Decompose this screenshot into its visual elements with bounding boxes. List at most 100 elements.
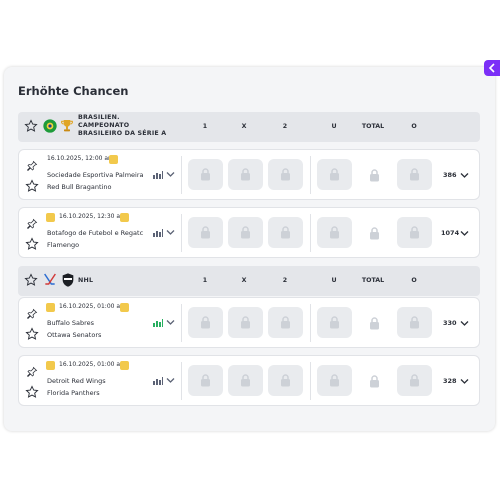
odd-cell-o[interactable] (397, 159, 432, 190)
stats-icon[interactable] (153, 319, 163, 327)
collapse-tab[interactable] (484, 60, 500, 76)
stats-icon[interactable] (153, 377, 163, 385)
odd-cell-x[interactable] (228, 217, 263, 248)
odd-cell-u[interactable] (317, 307, 352, 338)
match-row[interactable]: 16.10.2025, 12:30 am Botafogo de Futebol… (18, 207, 480, 258)
column-header-x: X (241, 123, 247, 130)
lock-icon (241, 316, 250, 329)
odd-cell-1[interactable] (188, 307, 223, 338)
lock-icon (201, 168, 210, 181)
home-team: Buffalo Sabres (47, 319, 95, 327)
lock-icon (370, 227, 379, 240)
odd-cell-u[interactable] (317, 159, 352, 190)
league-name-line: CAMPEONATO (78, 122, 130, 129)
chevron-down-icon[interactable] (166, 171, 175, 178)
chevron-down-icon[interactable] (460, 378, 469, 385)
star-icon[interactable] (24, 119, 38, 133)
soccer-ball-icon (43, 119, 57, 133)
match-date: 16.10.2025, 12:00 am (47, 155, 114, 162)
lock-icon (370, 317, 379, 330)
chevron-down-icon[interactable] (460, 320, 469, 327)
lock-icon (201, 316, 210, 329)
chevron-down-icon[interactable] (166, 319, 175, 326)
stats-icon[interactable] (153, 229, 163, 237)
away-team: Ottawa Senators (47, 331, 102, 339)
pin-icon[interactable] (26, 308, 38, 320)
column-header-2: 2 (282, 123, 288, 130)
odd-cell-1[interactable] (188, 159, 223, 190)
league-header-brasilien[interactable]: BRASILIEN. CAMPEONATO BRASILEIRO DA SÉRI… (18, 112, 480, 142)
odd-cell-u[interactable] (317, 365, 352, 396)
odd-cell-2[interactable] (268, 307, 303, 338)
match-date: 16.10.2025, 01:00 am (59, 303, 126, 310)
divider (181, 362, 182, 400)
column-header-total: TOTAL (361, 277, 385, 284)
star-icon[interactable] (24, 273, 38, 287)
chevron-down-icon[interactable] (166, 229, 175, 236)
match-date: 16.10.2025, 12:30 am (59, 213, 126, 220)
league-header-nhl[interactable]: NHL 1 X 2 U TOTAL O (18, 266, 480, 296)
lock-icon (241, 374, 250, 387)
lock-icon (281, 168, 290, 181)
chevron-down-icon[interactable] (166, 377, 175, 384)
divider (181, 304, 182, 342)
divider (310, 156, 311, 194)
lock-icon (410, 226, 419, 239)
odd-cell-u[interactable] (317, 217, 352, 248)
chevron-down-icon[interactable] (460, 172, 469, 179)
odd-cell-2[interactable] (268, 159, 303, 190)
more-markets-count[interactable]: 330 (443, 319, 457, 327)
lock-icon (281, 316, 290, 329)
divider (310, 362, 311, 400)
chevron-down-icon[interactable] (460, 230, 469, 237)
star-icon[interactable] (25, 237, 39, 251)
star-icon[interactable] (25, 179, 39, 193)
divider (181, 214, 182, 252)
odd-cell-2[interactable] (268, 217, 303, 248)
away-team: Flamengo (47, 241, 80, 249)
odd-cell-x[interactable] (228, 307, 263, 338)
match-row[interactable]: 16.10.2025, 01:00 am Detroit Red Wings F… (18, 355, 480, 406)
more-markets-count[interactable]: 1074 (441, 229, 459, 237)
odd-cell-o[interactable] (397, 307, 432, 338)
divider (310, 304, 311, 342)
odd-cell-o[interactable] (397, 365, 432, 396)
home-team: Botafogo de Futebol e Regatc (47, 229, 144, 237)
pin-icon[interactable] (26, 366, 38, 378)
more-markets-count[interactable]: 386 (443, 171, 457, 179)
odd-cell-x[interactable] (228, 365, 263, 396)
match-row[interactable]: 16.10.2025, 12:00 am Sociedade Esportiva… (18, 149, 480, 200)
column-header-x: X (241, 277, 247, 284)
lock-icon (410, 316, 419, 329)
match-row[interactable]: 16.10.2025, 01:00 am Buffalo Sabres Otta… (18, 297, 480, 348)
pin-icon[interactable] (26, 160, 38, 172)
column-header-1: 1 (202, 277, 208, 284)
odd-cell-x[interactable] (228, 159, 263, 190)
live-badge-icon (46, 213, 55, 222)
away-team: Red Bull Bragantino (47, 183, 112, 191)
odd-cell-o[interactable] (397, 217, 432, 248)
more-markets-count[interactable]: 328 (443, 377, 457, 385)
star-icon[interactable] (25, 327, 39, 341)
column-header-u: U (331, 277, 337, 284)
streaming-badge-icon (120, 213, 129, 222)
star-icon[interactable] (25, 385, 39, 399)
column-header-o: O (411, 123, 417, 130)
lock-icon (281, 374, 290, 387)
home-team: Detroit Red Wings (47, 377, 106, 385)
lock-icon (241, 168, 250, 181)
odd-cell-1[interactable] (188, 365, 223, 396)
lock-icon (281, 226, 290, 239)
lock-icon (201, 374, 210, 387)
lock-icon (370, 375, 379, 388)
odd-cell-1[interactable] (188, 217, 223, 248)
lock-icon (330, 374, 339, 387)
column-header-1: 1 (202, 123, 208, 130)
lock-icon (330, 226, 339, 239)
odd-cell-2[interactable] (268, 365, 303, 396)
pin-icon[interactable] (26, 218, 38, 230)
stats-icon[interactable] (153, 171, 163, 179)
streaming-badge-icon (120, 303, 129, 312)
chevron-left-icon (488, 63, 495, 73)
column-header-u: U (331, 123, 337, 130)
